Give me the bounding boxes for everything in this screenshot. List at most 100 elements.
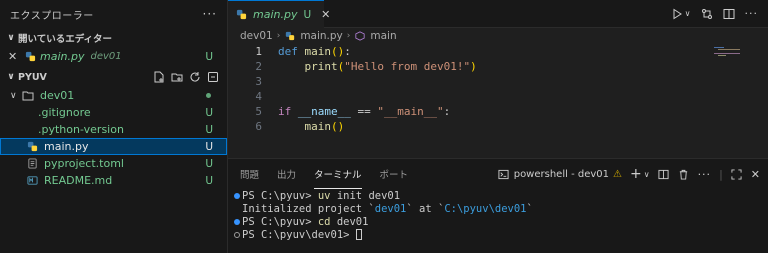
tab-label: main.py [253, 8, 298, 21]
terminal-line: PS C:\pyuv> uv init dev01 [232, 189, 768, 202]
file-name: main.py [44, 140, 89, 153]
file-row[interactable]: .gitignore U [0, 104, 227, 121]
code-text: print("Hello from dev01!") [304, 60, 477, 73]
terminal-text: ` at ` [406, 202, 445, 215]
command-pending-dot [232, 231, 242, 238]
untracked-badge: U [303, 8, 312, 21]
compare-changes-icon[interactable] [701, 8, 713, 20]
close-icon[interactable]: ✕ [321, 8, 330, 21]
file-row[interactable]: README.md U [0, 172, 227, 189]
terminal-line: PS C:\pyuv\dev01> [232, 228, 768, 241]
tab-main-py[interactable]: main.py U ✕ [228, 0, 330, 28]
file-row[interactable]: .python-version U [0, 121, 227, 138]
terminal-line: Initialized project ` dev01 ` at ` C:\pyuv\… [232, 202, 768, 215]
open-editors-label: 開いているエディター [18, 34, 113, 45]
split-editor-icon[interactable] [723, 8, 735, 20]
more-actions-icon[interactable]: ··· [745, 7, 759, 20]
terminal-name: powershell - dev01 [513, 168, 609, 180]
line-number: 6 [255, 120, 262, 133]
chevron-down-icon[interactable]: ∨ [685, 9, 691, 18]
terminal-line: PS C:\pyuv> cd dev01 [232, 215, 768, 228]
untracked-badge: U [205, 140, 213, 153]
tab-problems[interactable]: 問題 [240, 167, 259, 181]
tab-output[interactable]: 出力 [277, 167, 296, 181]
trash-icon[interactable] [678, 168, 690, 180]
split-terminal-icon[interactable] [658, 168, 670, 180]
close-icon[interactable]: ✕ [8, 50, 22, 63]
file-name: README.md [44, 174, 113, 187]
terminal-prompt: PS C:\pyuv\dev01> [242, 228, 356, 241]
editor-tab-bar: main.py U ✕ ∨ ··· [228, 0, 768, 28]
code-text: main() [304, 120, 345, 133]
chevron-down-icon: ∨ [7, 33, 15, 43]
breadcrumb-folder[interactable]: dev01 [240, 30, 273, 42]
chevron-down-icon[interactable]: ∨ [644, 170, 650, 179]
line-number: 2 [255, 60, 262, 73]
file-name: .python-version [38, 123, 124, 136]
open-editor-filename: main.py [40, 50, 85, 63]
tab-ports[interactable]: ポート [380, 167, 409, 181]
chevron-right-icon: › [276, 31, 281, 41]
breadcrumb-symbol[interactable]: main [370, 30, 396, 42]
minimap[interactable] [714, 46, 754, 56]
terminal-output[interactable]: PS C:\pyuv> uv init dev01 Initialized pr… [228, 189, 768, 241]
project-label: PYUV [18, 71, 47, 83]
new-folder-icon[interactable] [171, 71, 183, 83]
more-actions-icon[interactable]: ··· [203, 7, 217, 21]
untracked-badge: U [205, 106, 213, 119]
file-name: .gitignore [38, 106, 91, 119]
command-success-dot [232, 218, 242, 225]
run-icon[interactable] [671, 8, 683, 20]
python-file-icon [26, 141, 38, 153]
function-icon [354, 30, 366, 42]
divider: | [719, 167, 723, 181]
markdown-file-icon [26, 175, 38, 187]
modified-dot [206, 93, 211, 98]
python-file-icon [236, 9, 247, 21]
untracked-badge: U [205, 50, 213, 63]
terminal-text: ` [526, 202, 533, 215]
settings-file-icon [26, 158, 38, 170]
collapse-all-icon[interactable] [207, 71, 219, 83]
code-line: 2 print("Hello from dev01!") [228, 59, 768, 74]
terminal-text: Initialized project ` [242, 202, 375, 215]
refresh-icon[interactable] [189, 71, 201, 83]
more-actions-icon[interactable]: ··· [698, 168, 712, 181]
maximize-panel-icon[interactable] [731, 168, 743, 180]
file-row-selected[interactable]: main.py U [0, 138, 227, 155]
terminal-highlight: dev01 [374, 202, 407, 215]
folder-row[interactable]: ∨ dev01 [0, 87, 227, 104]
panel-tab-bar: 問題 出力 ターミナル ポート powershell - dev01 ⚠ + ∨… [228, 159, 768, 189]
terminal-prompt: PS C:\pyuv> [242, 189, 318, 202]
terminal-selector[interactable]: powershell - dev01 ⚠ [498, 168, 622, 180]
open-editors-header[interactable]: ∨ 開いているエディター [0, 28, 227, 48]
code-text: def main(): [278, 45, 351, 58]
python-file-icon [24, 51, 36, 63]
terminal-cursor [355, 229, 362, 240]
open-editor-folder: dev01 [90, 51, 122, 62]
code-line: 3 [228, 74, 768, 89]
project-header[interactable]: ∨ PYUV [0, 67, 227, 87]
code-line: 6 main() [228, 119, 768, 134]
terminal-prompt: PS C:\pyuv> [242, 215, 318, 228]
new-file-icon[interactable] [153, 71, 165, 83]
chevron-down-icon: ∨ [10, 90, 17, 101]
terminal-command: cd [317, 215, 331, 228]
tab-terminal[interactable]: ターミナル [314, 167, 362, 189]
terminal-highlight: C:\pyuv\dev01 [444, 202, 527, 215]
code-editor[interactable]: 1 def main(): 2 print("Hello from dev01!… [228, 44, 768, 158]
open-editor-item[interactable]: ✕ main.py dev01 U [0, 48, 227, 65]
add-terminal-icon[interactable]: + [630, 166, 642, 182]
untracked-badge: U [205, 123, 213, 136]
breadcrumb: dev01 › main.py › main [228, 28, 768, 44]
file-row[interactable]: pyproject.toml U [0, 155, 227, 172]
breadcrumb-file[interactable]: main.py [300, 30, 342, 42]
line-number: 3 [255, 75, 262, 88]
explorer-title-bar: エクスプローラー ··· [0, 0, 227, 28]
close-icon[interactable]: ✕ [751, 168, 760, 181]
file-name: pyproject.toml [44, 157, 124, 170]
untracked-badge: U [205, 174, 213, 187]
code-line: 5 if __name__ == "__main__": [228, 104, 768, 119]
code-line: 1 def main(): [228, 44, 768, 59]
line-number: 4 [255, 90, 262, 103]
